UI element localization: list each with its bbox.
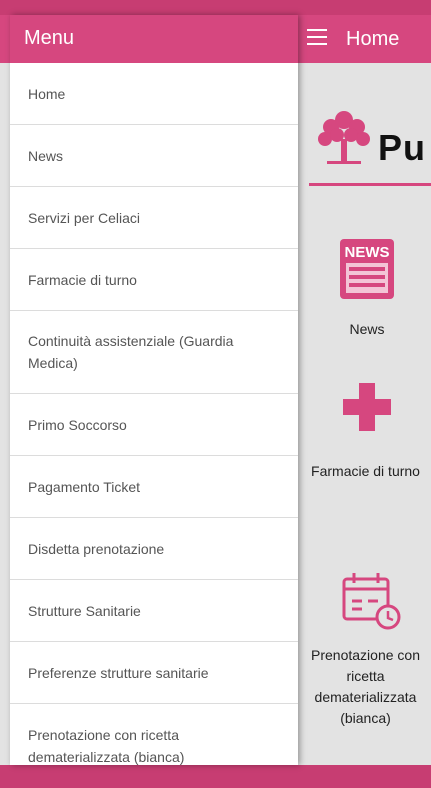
menu-item-strutture-sanitarie[interactable]: Strutture Sanitarie [10,580,298,642]
menu-item-guardia-medica[interactable]: Continuità assistenziale (Guardia Medica… [10,311,298,394]
menu-list: Home News Servizi per Celiaci Farmacie d… [10,63,298,788]
menu-item-preferenze-strutture[interactable]: Preferenze strutture sanitarie [10,642,298,704]
newspaper-icon[interactable]: NEWS [340,239,394,299]
menu-item-disdetta-prenotazione[interactable]: Disdetta prenotazione [10,518,298,580]
status-bar [0,0,431,15]
tile-news-label[interactable]: News [340,319,394,340]
hamburger-menu-icon[interactable] [307,29,327,47]
drawer-header: Menu [10,15,298,63]
tile-prenotazione-label[interactable]: Prenotazione con ricetta dematerializzat… [300,645,431,729]
menu-item-primo-soccorso[interactable]: Primo Soccorso [10,394,298,456]
navigation-drawer: Menu Home News Servizi per Celiaci Farma… [10,15,298,765]
menu-item-prenotazione-ricetta[interactable]: Prenotazione con ricetta dematerializzat… [10,704,298,788]
pharmacy-cross-icon[interactable] [343,383,391,431]
menu-item-servizi-celiaci[interactable]: Servizi per Celiaci [10,187,298,249]
menu-item-home[interactable]: Home [10,63,298,125]
newspaper-icon-text: NEWS [345,244,390,261]
menu-item-pagamento-ticket[interactable]: Pagamento Ticket [10,456,298,518]
tile-farmacie-label[interactable]: Farmacie di turno [300,461,431,482]
menu-item-news[interactable]: News [10,125,298,187]
logo-text: Pu [378,127,427,168]
logo-underline [309,183,431,186]
menu-item-farmacie-turno[interactable]: Farmacie di turno [10,249,298,311]
page-title: Home [346,28,400,50]
tree-logo-icon [318,111,370,164]
calendar-clock-icon[interactable] [340,567,404,631]
drawer-title: Menu [24,27,75,49]
